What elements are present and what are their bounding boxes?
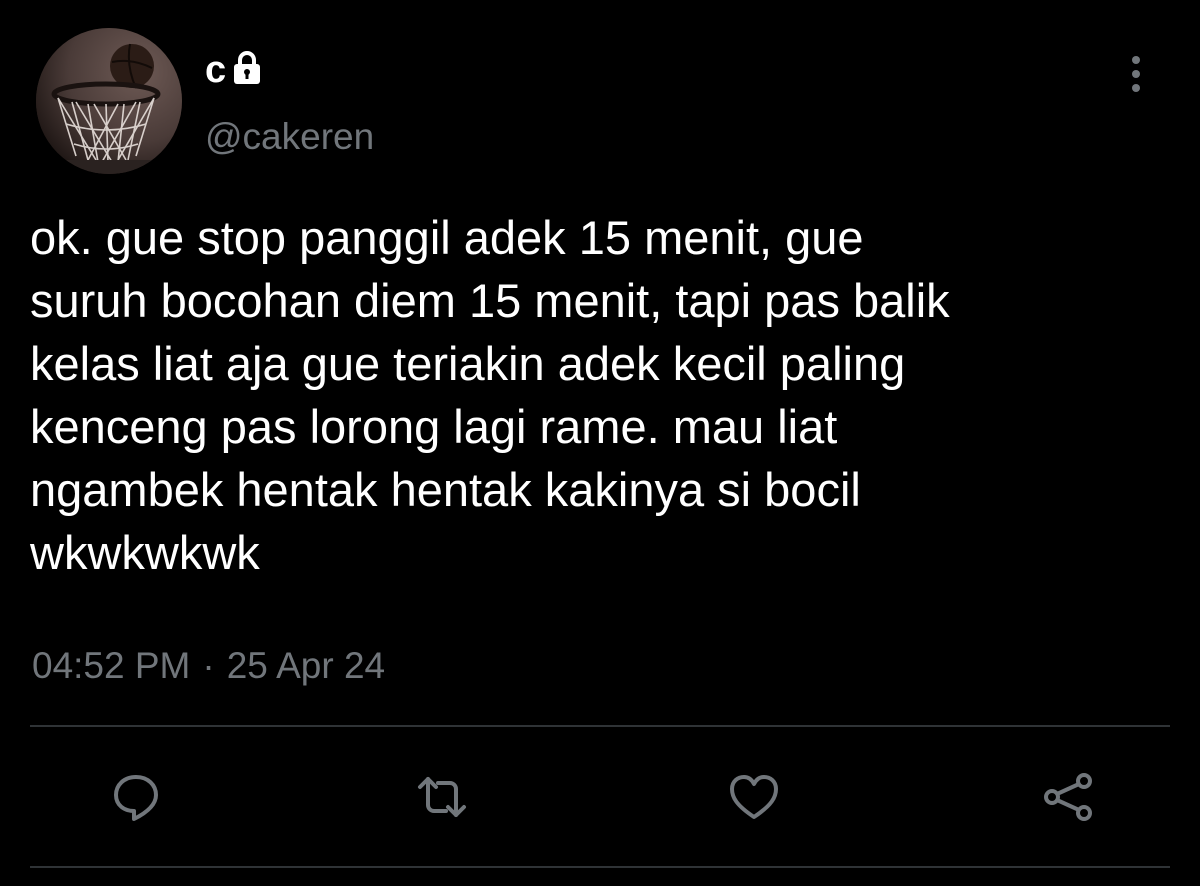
tweet-date: 25 Apr 24 — [226, 645, 386, 686]
avatar[interactable] — [36, 28, 182, 174]
retweet-button[interactable] — [410, 765, 474, 829]
reply-button[interactable] — [104, 765, 168, 829]
user-handle[interactable]: @cakeren — [205, 114, 374, 160]
lock-icon — [232, 50, 262, 86]
retweet-icon — [418, 777, 466, 817]
display-name[interactable]: c — [205, 46, 226, 94]
user-name-row[interactable]: c — [205, 46, 262, 94]
reply-icon — [114, 775, 158, 821]
divider — [30, 866, 1170, 868]
tweet-actions — [0, 765, 1200, 829]
tweet-detail: c @cakeren ok. gue stop panggil adek 15 … — [0, 0, 1200, 886]
share-button[interactable] — [1036, 765, 1100, 829]
meta-separator: · — [202, 645, 215, 686]
tweet-time: 04:52 PM — [32, 645, 191, 686]
divider — [30, 725, 1170, 727]
tweet-timestamp[interactable]: 04:52 PM · 25 Apr 24 — [32, 642, 385, 690]
more-vertical-icon — [1132, 56, 1140, 92]
like-button[interactable] — [722, 765, 786, 829]
share-icon — [1044, 773, 1092, 821]
more-options-button[interactable] — [1116, 52, 1156, 98]
tweet-text: ok. gue stop panggil adek 15 menit, gue … — [30, 211, 950, 579]
like-icon — [730, 775, 778, 819]
avatar-basketball-hoop-image — [36, 28, 182, 174]
